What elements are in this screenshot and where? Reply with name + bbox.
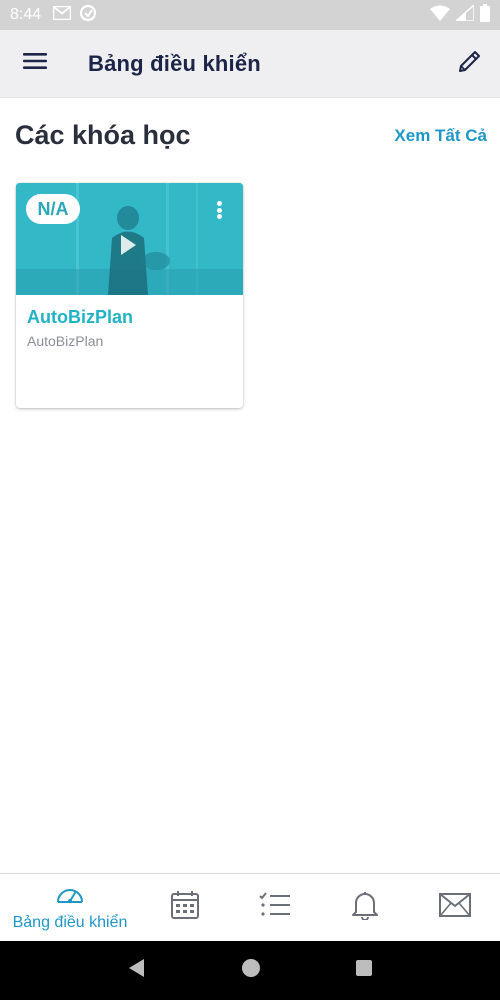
battery-icon xyxy=(480,3,490,27)
status-bar: 8:44 xyxy=(0,0,500,30)
nav-item-messages[interactable] xyxy=(410,874,500,941)
section-title: Các khóa học xyxy=(15,120,191,150)
page-title: Bảng điều khiển xyxy=(88,50,261,76)
status-time: 8:44 xyxy=(10,6,42,23)
nav-item-notifications[interactable] xyxy=(320,874,410,941)
see-all-link[interactable]: Xem Tất Cả xyxy=(394,126,487,146)
recents-icon[interactable] xyxy=(355,959,373,982)
progress-badge: N/A xyxy=(26,194,80,224)
nav-label-dashboard: Bảng điều khiển xyxy=(12,913,128,931)
nav-item-dashboard[interactable]: Bảng điều khiển xyxy=(0,874,140,941)
edit-button[interactable] xyxy=(440,30,500,98)
nav-item-tasks[interactable] xyxy=(230,874,320,941)
hamburger-menu-icon xyxy=(23,52,47,75)
card-overflow-menu-icon[interactable] xyxy=(211,197,227,223)
menu-button[interactable] xyxy=(0,30,70,98)
course-title: AutoBizPlan xyxy=(27,307,133,327)
pencil-icon xyxy=(457,48,483,79)
dashboard-gauge-icon xyxy=(55,884,85,911)
course-thumbnail: N/A xyxy=(16,183,243,295)
data-saver-icon xyxy=(79,4,97,27)
course-card[interactable]: N/A AutoBizPlan AutoBizPlan xyxy=(16,183,243,408)
gmail-icon xyxy=(52,5,72,25)
calendar-icon xyxy=(170,890,200,925)
envelope-icon xyxy=(439,893,471,922)
app-bar: Bảng điều khiển xyxy=(0,30,500,98)
home-icon[interactable] xyxy=(241,958,261,983)
nav-item-calendar[interactable] xyxy=(140,874,230,941)
system-navigation-bar xyxy=(0,941,500,1000)
checklist-icon xyxy=(259,892,291,923)
wifi-icon xyxy=(430,5,450,26)
bell-icon xyxy=(350,890,380,925)
courses-section-header: Các khóa học Xem Tất Cả xyxy=(15,120,487,151)
course-subtitle: AutoBizPlan xyxy=(27,333,104,349)
bottom-navigation: Bảng điều khiển xyxy=(0,873,500,941)
signal-icon xyxy=(454,2,475,26)
back-icon[interactable] xyxy=(127,958,147,983)
